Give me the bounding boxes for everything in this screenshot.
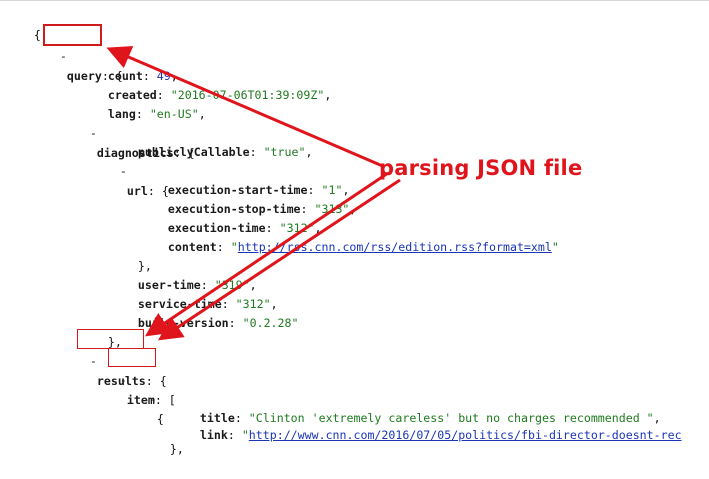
json-link-item[interactable]: http://www.cnn.com/2016/07/05/politics/f… [249,428,682,442]
annotation-arrows [106,46,401,341]
arrow-to-query [106,46,386,169]
json-key: link [199,428,228,442]
arrow-to-item [157,178,401,341]
annotation-label: parsing JSON file [379,156,583,180]
json-bracket: }, [169,442,184,456]
json-quote: " [241,428,249,442]
json-separator: : [227,428,242,442]
arrow-to-results [145,171,389,337]
